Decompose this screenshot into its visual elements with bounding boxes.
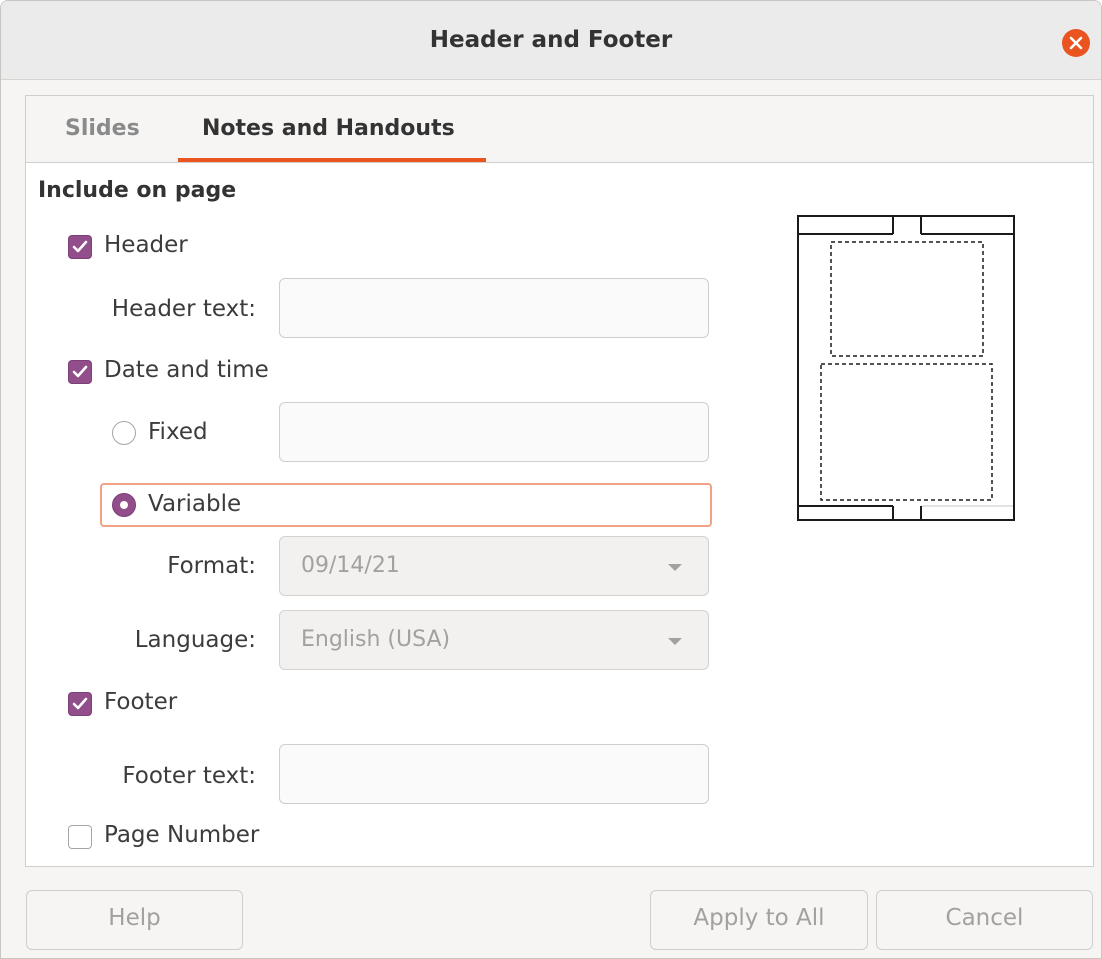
fixed-radio-label[interactable]: Fixed bbox=[148, 419, 208, 445]
page-layout-preview bbox=[797, 215, 1015, 521]
checkmark-icon bbox=[72, 365, 88, 378]
footer-checkbox-label[interactable]: Footer bbox=[104, 689, 177, 715]
cancel-button[interactable]: Cancel bbox=[876, 890, 1093, 950]
format-label: Format: bbox=[167, 553, 256, 579]
date-time-checkbox-label[interactable]: Date and time bbox=[104, 357, 269, 383]
tab-slides[interactable]: Slides bbox=[65, 116, 140, 141]
language-dropdown[interactable]: English (USA) bbox=[279, 610, 709, 670]
cancel-button-label: Cancel bbox=[945, 905, 1024, 931]
chevron-down-icon bbox=[668, 564, 682, 571]
header-text-input[interactable] bbox=[279, 278, 709, 338]
variable-radio[interactable] bbox=[112, 493, 136, 517]
apply-to-all-button[interactable]: Apply to All bbox=[650, 890, 868, 950]
close-icon bbox=[1069, 36, 1083, 50]
page-number-checkbox[interactable] bbox=[68, 825, 92, 849]
checkmark-icon bbox=[72, 240, 88, 253]
language-value: English (USA) bbox=[301, 627, 451, 652]
active-tab-indicator bbox=[178, 158, 486, 162]
format-value: 09/14/21 bbox=[301, 553, 400, 578]
variable-radio-label[interactable]: Variable bbox=[148, 491, 241, 517]
tab-notes-and-handouts[interactable]: Notes and Handouts bbox=[202, 116, 455, 141]
apply-to-all-button-label: Apply to All bbox=[693, 905, 825, 931]
tab-notebook: Slides Notes and Handouts Include on pag… bbox=[25, 95, 1094, 867]
fixed-radio[interactable] bbox=[112, 421, 136, 445]
chevron-down-icon bbox=[668, 638, 682, 645]
page-number-checkbox-label[interactable]: Page Number bbox=[104, 822, 259, 848]
include-on-page-heading: Include on page bbox=[38, 178, 237, 203]
header-checkbox[interactable] bbox=[68, 235, 92, 259]
footer-text-input[interactable] bbox=[279, 744, 709, 804]
format-dropdown[interactable]: 09/14/21 bbox=[279, 536, 709, 596]
header-text-label: Header text: bbox=[111, 296, 256, 322]
footer-checkbox[interactable] bbox=[68, 692, 92, 716]
checkmark-icon bbox=[72, 697, 88, 710]
footer-text-label: Footer text: bbox=[122, 763, 256, 789]
help-button[interactable]: Help bbox=[26, 890, 243, 950]
header-footer-dialog: Header and Footer Slides Notes and Hando… bbox=[0, 0, 1102, 959]
language-label: Language: bbox=[134, 627, 256, 653]
dialog-title: Header and Footer bbox=[429, 27, 673, 53]
tab-bar: Slides Notes and Handouts bbox=[26, 96, 1093, 163]
titlebar: Header and Footer bbox=[1, 1, 1101, 80]
header-checkbox-label[interactable]: Header bbox=[104, 232, 188, 258]
date-time-checkbox[interactable] bbox=[68, 360, 92, 384]
fixed-date-input[interactable] bbox=[279, 402, 709, 462]
help-button-label: Help bbox=[108, 905, 161, 931]
close-button[interactable] bbox=[1062, 29, 1090, 57]
